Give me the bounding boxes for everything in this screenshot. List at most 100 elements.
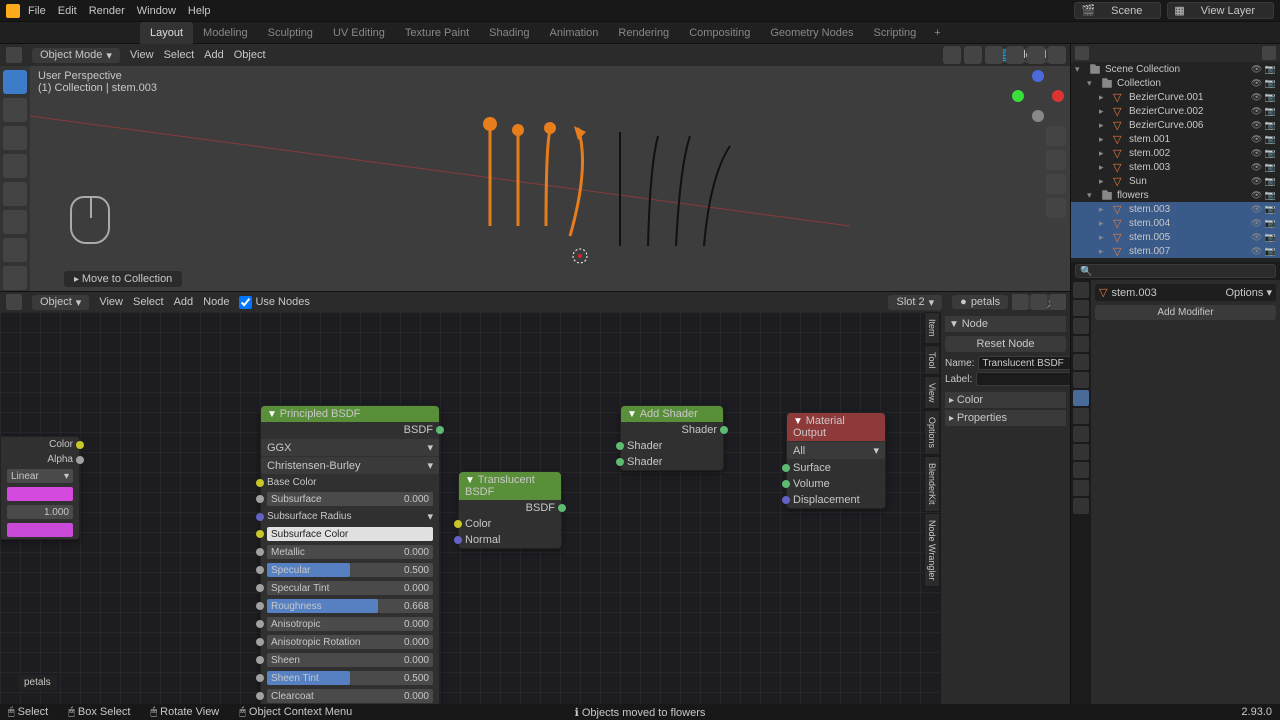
node-label-input[interactable]: [976, 372, 1070, 386]
shader-type-dropdown[interactable]: Object▾: [32, 295, 89, 310]
principled-subsurface[interactable]: Subsurface0.000: [261, 490, 439, 508]
tree-row[interactable]: ▸▽stem.002👁 📷: [1071, 146, 1280, 160]
tool-annotate[interactable]: [3, 238, 27, 262]
prop-tab-data[interactable]: [1073, 462, 1089, 478]
principled-sheen-tint[interactable]: Sheen Tint0.500: [261, 669, 439, 687]
principled-clearcoat[interactable]: Clearcoat0.000: [261, 687, 439, 704]
menu-window[interactable]: Window: [137, 5, 176, 17]
principled-metallic[interactable]: Metallic0.000: [261, 543, 439, 561]
prop-tab-scene[interactable]: [1073, 336, 1089, 352]
node-props-header[interactable]: ▸ Properties: [945, 410, 1066, 426]
prop-tab-object[interactable]: [1073, 372, 1089, 388]
principled-roughness[interactable]: Roughness0.668: [261, 597, 439, 615]
tab-compositing[interactable]: Compositing: [679, 22, 760, 44]
n-tab-view[interactable]: View: [924, 376, 939, 409]
tree-row[interactable]: ▸▽BezierCurve.002👁 📷: [1071, 104, 1280, 118]
vp-menu-add[interactable]: Add: [204, 49, 224, 61]
prop-tab-particle[interactable]: [1073, 408, 1089, 424]
mode-dropdown[interactable]: Object Mode▾: [32, 48, 120, 63]
last-operator-panel[interactable]: ▸ Move to Collection: [64, 271, 182, 287]
n-tab-blenderkit[interactable]: BlenderKit: [924, 456, 939, 512]
ne-overlay-icon[interactable]: [1012, 294, 1028, 310]
tree-row[interactable]: ▸▽BezierCurve.006👁 📷: [1071, 118, 1280, 132]
axis-gizmo[interactable]: [1012, 70, 1064, 122]
tab-rendering[interactable]: Rendering: [608, 22, 679, 44]
ortho-toggle-icon[interactable]: [1046, 198, 1066, 218]
node-translucent-bsdf[interactable]: ▼ Translucent BSDF BSDF Color Normal: [458, 471, 562, 549]
menu-help[interactable]: Help: [188, 5, 211, 17]
ne-menu-select[interactable]: Select: [133, 296, 164, 308]
menu-file[interactable]: File: [28, 5, 46, 17]
outliner-editor-icon[interactable]: [1075, 46, 1089, 60]
camera-view-icon[interactable]: [1046, 174, 1066, 194]
tool-rotate[interactable]: [3, 154, 27, 178]
vp-menu-select[interactable]: Select: [164, 49, 195, 61]
principled-base-color[interactable]: Base Color: [261, 475, 439, 490]
ne-menu-view[interactable]: View: [99, 296, 123, 308]
tab-geonodes[interactable]: Geometry Nodes: [760, 22, 863, 44]
tool-select[interactable]: [3, 70, 27, 94]
principled-subsurface-radius[interactable]: Subsurface Radius▾: [261, 508, 439, 525]
tree-row[interactable]: ▾Scene Collection👁 📷: [1071, 62, 1280, 76]
n-tab-item[interactable]: Item: [924, 312, 939, 344]
outliner-filter-icon[interactable]: [1262, 46, 1276, 60]
tab-uv[interactable]: UV Editing: [323, 22, 395, 44]
material-selector[interactable]: ●petals: [952, 295, 1008, 309]
tool-measure[interactable]: [3, 266, 27, 290]
node-color-header[interactable]: ▸ Color: [945, 392, 1066, 408]
node-principled-bsdf[interactable]: ▼ Principled BSDF BSDF GGX▾ Christensen-…: [260, 405, 440, 704]
tab-texpaint[interactable]: Texture Paint: [395, 22, 479, 44]
use-nodes-checkbox[interactable]: Use Nodes: [239, 296, 309, 309]
scene-selector[interactable]: 🎬Scene: [1074, 2, 1161, 19]
n-tab-options[interactable]: Options: [924, 410, 939, 455]
interp-dropdown[interactable]: Linear▾: [7, 469, 73, 483]
tool-cursor[interactable]: [3, 98, 27, 122]
outliner-tree[interactable]: ▾Scene Collection👁 📷▾Collection👁 📷▸▽Bezi…: [1071, 62, 1280, 262]
principled-sheen[interactable]: Sheen0.000: [261, 651, 439, 669]
ne-expand-icon[interactable]: [1050, 294, 1066, 310]
snap-dropdown[interactable]: [964, 46, 982, 64]
shading-matprev-icon[interactable]: [1027, 46, 1045, 64]
options-dropdown[interactable]: Options ▾: [1226, 286, 1273, 299]
sss-dropdown[interactable]: Christensen-Burley▾: [261, 457, 439, 474]
ne-menu-node[interactable]: Node: [203, 296, 229, 308]
snap-toggle[interactable]: [943, 46, 961, 64]
principled-specular-tint[interactable]: Specular Tint0.000: [261, 579, 439, 597]
prop-tab-output[interactable]: [1073, 300, 1089, 316]
prop-tab-constraint[interactable]: [1073, 444, 1089, 460]
tab-shading[interactable]: Shading: [479, 22, 539, 44]
shader-node-editor[interactable]: Object▾ View Select Add Node Use Nodes S…: [0, 292, 1070, 704]
editor-type-icon[interactable]: [6, 47, 22, 63]
principled-subsurface-color[interactable]: Subsurface Color: [261, 525, 439, 543]
menu-edit[interactable]: Edit: [58, 5, 77, 17]
principled-anisotropic-rotation[interactable]: Anisotropic Rotation0.000: [261, 633, 439, 651]
shading-wire-icon[interactable]: [985, 46, 1003, 64]
tree-row[interactable]: ▸▽BezierCurve.001👁 📷: [1071, 90, 1280, 104]
tree-row[interactable]: ▾Collection👁 📷: [1071, 76, 1280, 90]
zoom-tool-icon[interactable]: [1046, 126, 1066, 146]
shading-rendered-icon[interactable]: [1048, 46, 1066, 64]
add-workspace-button[interactable]: +: [926, 22, 948, 44]
distribution-dropdown[interactable]: GGX▾: [261, 439, 439, 456]
prop-tab-material[interactable]: [1073, 480, 1089, 496]
menu-render[interactable]: Render: [89, 5, 125, 17]
tree-row[interactable]: ▸▽stem.007👁 📷: [1071, 244, 1280, 258]
output-target-dropdown[interactable]: All▾: [787, 442, 885, 459]
viewlayer-selector[interactable]: ▦View Layer: [1167, 2, 1274, 19]
ramp-pos[interactable]: 1.000: [7, 505, 73, 519]
prop-tab-render[interactable]: [1073, 282, 1089, 298]
node-panel-header[interactable]: ▼ Node: [945, 316, 1066, 332]
reset-node-button[interactable]: Reset Node: [945, 336, 1066, 352]
n-tab-nodewrangler[interactable]: Node Wrangler: [924, 513, 939, 587]
n-tab-tool[interactable]: Tool: [924, 345, 939, 376]
add-modifier-button[interactable]: Add Modifier: [1095, 305, 1276, 320]
prop-tab-world[interactable]: [1073, 354, 1089, 370]
node-material-output[interactable]: ▼ Material Output All▾ Surface Volume Di…: [786, 412, 886, 509]
tab-layout[interactable]: Layout: [140, 22, 193, 44]
pan-tool-icon[interactable]: [1046, 150, 1066, 170]
node-colorramp[interactable]: Color Alpha Linear▾ 1.000: [0, 436, 80, 540]
node-add-shader[interactable]: ▼ Add Shader Shader Shader Shader: [620, 405, 724, 471]
tab-animation[interactable]: Animation: [540, 22, 609, 44]
prop-tab-modifier[interactable]: [1073, 390, 1089, 406]
tree-row[interactable]: ▸▽stem.005👁 📷: [1071, 230, 1280, 244]
